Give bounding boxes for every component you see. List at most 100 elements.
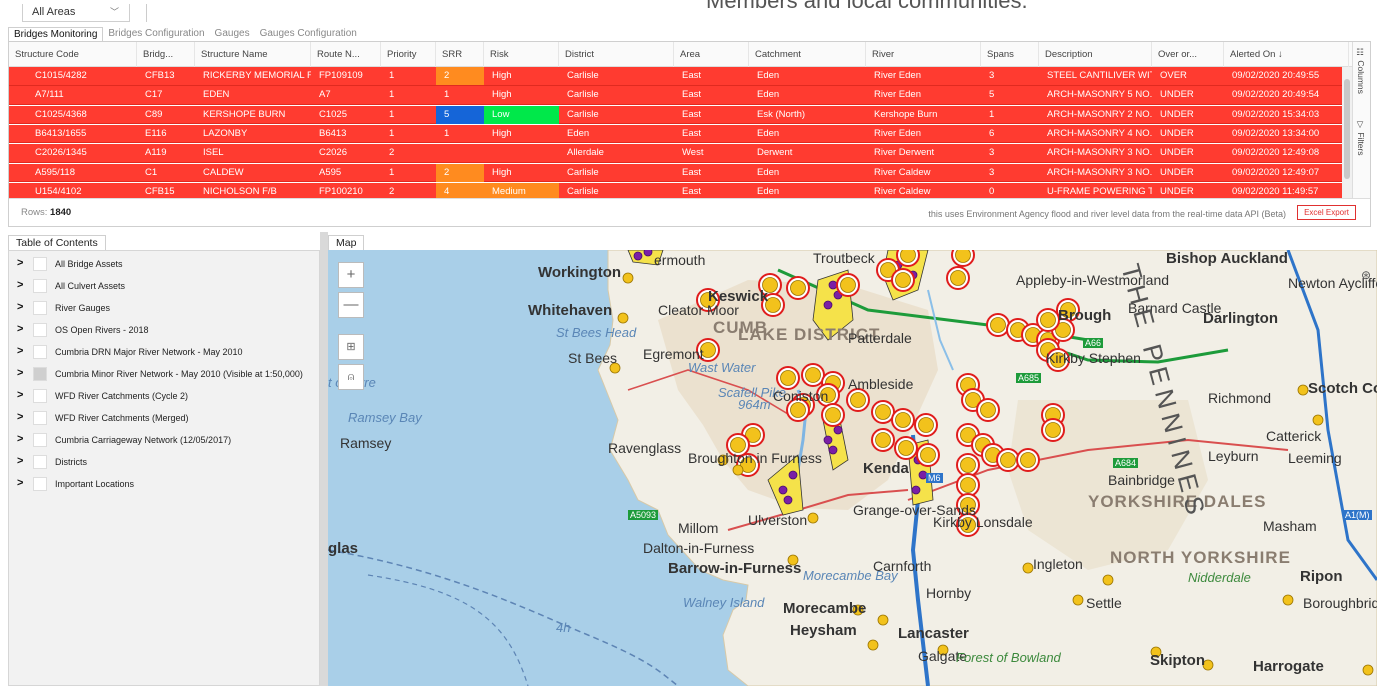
columns-tool-label: Columns [1356, 60, 1366, 94]
table-cell: C2026/1345 [35, 147, 87, 159]
tab-bridges-configuration[interactable]: Bridges Configuration [103, 27, 209, 41]
column-header[interactable]: River [866, 42, 981, 67]
column-header[interactable]: Risk [484, 42, 559, 67]
table-cell: River Eden [874, 70, 921, 81]
table-cell: Eden [757, 89, 780, 101]
column-header[interactable]: Alerted On ↓ [1224, 42, 1349, 67]
layer-checkbox[interactable] [33, 279, 47, 293]
chevron-right-icon[interactable]: > [17, 455, 23, 467]
chevron-right-icon[interactable]: > [17, 477, 23, 489]
zoom-out-button[interactable]: — [338, 292, 364, 318]
map-tab[interactable]: Map [328, 235, 365, 250]
bridges-grid: Structure Code Bridg... Structure Name Rout… [8, 41, 1371, 227]
layer-checkbox[interactable] [33, 323, 47, 337]
table-cell: U-FRAME POWERING T... [1047, 185, 1152, 197]
table-cell: Carlisle [567, 166, 599, 178]
column-header[interactable]: Description [1039, 42, 1152, 67]
tab-gauges[interactable]: Gauges [210, 27, 255, 41]
mouse-mode-button[interactable]: ⍝ [338, 364, 364, 390]
table-cell: River Caldew [874, 185, 931, 197]
layer-checkbox[interactable] [33, 301, 47, 315]
layer-checkbox[interactable] [33, 433, 47, 447]
column-header[interactable]: Bridg... [137, 42, 195, 67]
tab-bridges-monitoring[interactable]: Bridges Monitoring [8, 27, 104, 41]
table-row[interactable]: A595/118 C1 CALDEW A595 1 2 High Carlisle East Ed… [9, 163, 1353, 182]
bridge-alert-marker [895, 412, 911, 428]
area-select[interactable]: All Areas ﹀ [22, 4, 130, 22]
chevron-right-icon[interactable]: > [17, 345, 23, 357]
filters-tool[interactable]: ▽ Filters [1356, 120, 1366, 156]
column-header[interactable]: Catchment [749, 42, 866, 67]
table-row[interactable]: A7/111 C17 EDEN A7 1 1 High Carlisle East Eden Riv… [9, 86, 1353, 105]
layer-checkbox[interactable] [33, 455, 47, 469]
tab-gauges-configuration[interactable]: Gauges Configuration [255, 27, 362, 41]
layer-checkbox[interactable] [33, 411, 47, 425]
table-cell: 09/02/2020 12:49:07 [1232, 166, 1320, 178]
toc-item[interactable]: > Cumbria DRN Major River Network - May 2… [9, 342, 319, 364]
locate-icon[interactable]: ⊛ [1361, 268, 1371, 282]
map-label-hornby: Hornby [926, 585, 972, 601]
toc-item[interactable]: > WFD River Catchments (Cycle 2) [9, 386, 319, 408]
toc-item[interactable]: > Cumbria Carriageway Network (12/05/2017… [9, 430, 319, 452]
table-row[interactable]: C2026/1345 A119 ISEL C2026 2 Allerdale West Der… [9, 144, 1353, 163]
table-cell: Carlisle [567, 185, 599, 197]
grid-scrollbar[interactable] [1342, 67, 1352, 198]
column-header[interactable]: Structure Code [9, 42, 137, 67]
table-cell: C2026 [319, 147, 347, 159]
toc-tab[interactable]: Table of Contents [8, 235, 106, 250]
bridge-alert-marker [850, 392, 866, 408]
scroll-thumb[interactable] [1344, 79, 1350, 179]
map-view[interactable]: Workington Whitehaven ermouth Keswick Troutb… [328, 250, 1377, 686]
toc-item[interactable]: > Cumbria Minor River Network - May 2010 … [9, 364, 319, 386]
layer-checkbox[interactable] [33, 345, 47, 359]
toc-item[interactable]: > Districts [9, 452, 319, 474]
zoom-in-button[interactable]: + [338, 262, 364, 288]
column-header[interactable]: Spans [981, 42, 1039, 67]
columns-tool[interactable]: ☷ Columns [1356, 48, 1366, 94]
table-cell: ARCH-MASONRY 3 NO... [1047, 166, 1152, 178]
layer-checkbox[interactable] [33, 257, 47, 271]
gauge-marker [911, 485, 921, 495]
column-header[interactable]: Structure Name [195, 42, 311, 67]
chevron-right-icon[interactable]: > [17, 411, 23, 423]
column-header[interactable]: Route N... [311, 42, 381, 67]
toc-item[interactable]: > All Bridge Assets [9, 254, 319, 276]
table-cell: West [682, 147, 704, 159]
extent-button[interactable]: ⊞ [338, 334, 364, 360]
column-header[interactable]: SRR [436, 42, 484, 67]
column-header[interactable]: Area [674, 42, 749, 67]
chevron-right-icon[interactable]: > [17, 279, 23, 291]
chevron-right-icon[interactable]: > [17, 389, 23, 401]
table-cell: River Derwent [874, 147, 935, 159]
table-row[interactable]: C1025/4368 C89 KERSHOPE BURN C1025 1 5 Low Carl… [9, 105, 1353, 125]
excel-export-button[interactable]: Excel Export [1297, 205, 1356, 220]
toc-item[interactable]: > OS Open Rivers - 2018 [9, 320, 319, 342]
layer-checkbox[interactable] [33, 477, 47, 491]
toc-item-label: WFD River Catchments (Cycle 2) [55, 391, 189, 401]
toc-item[interactable]: > All Culvert Assets [9, 276, 319, 298]
table-row[interactable]: C1015/4282 CFB13 RICKERBY MEMORIAL F/B FP10… [9, 67, 1353, 86]
layer-checkbox[interactable] [33, 367, 47, 381]
column-header[interactable]: Priority [381, 42, 436, 67]
table-cell: EDEN [203, 89, 230, 101]
chevron-right-icon[interactable]: > [17, 301, 23, 313]
map-label-leyburn: Leyburn [1208, 448, 1259, 464]
layer-checkbox[interactable] [33, 389, 47, 403]
tab-bar: Bridges Monitoring Bridges Configuration… [8, 27, 362, 41]
table-cell: ARCH-MASONRY 2 NO... [1047, 108, 1152, 120]
column-header[interactable]: District [559, 42, 674, 67]
panel-splitter[interactable] [320, 232, 328, 686]
toc-item[interactable]: > River Gauges [9, 298, 319, 320]
map-label-leeming: Leeming [1288, 450, 1342, 466]
chevron-right-icon[interactable]: > [17, 367, 23, 379]
chevron-right-icon[interactable]: > [17, 433, 23, 445]
map-label-cockermouth: ermouth [654, 252, 706, 268]
table-row[interactable]: U154/4102 CFB15 NICHOLSON F/B FP100210 2 4 Med… [9, 182, 1353, 198]
table-row[interactable]: B6413/1655 E116 LAZONBY B6413 1 1 High Eden East… [9, 124, 1353, 144]
chevron-right-icon[interactable]: > [17, 257, 23, 269]
toc-item[interactable]: > Important Locations [9, 474, 319, 496]
column-header[interactable]: Over or... [1152, 42, 1224, 67]
chevron-right-icon[interactable]: > [17, 323, 23, 335]
toc-item[interactable]: > WFD River Catchments (Merged) [9, 408, 319, 430]
bridge-alert-marker [900, 250, 916, 263]
